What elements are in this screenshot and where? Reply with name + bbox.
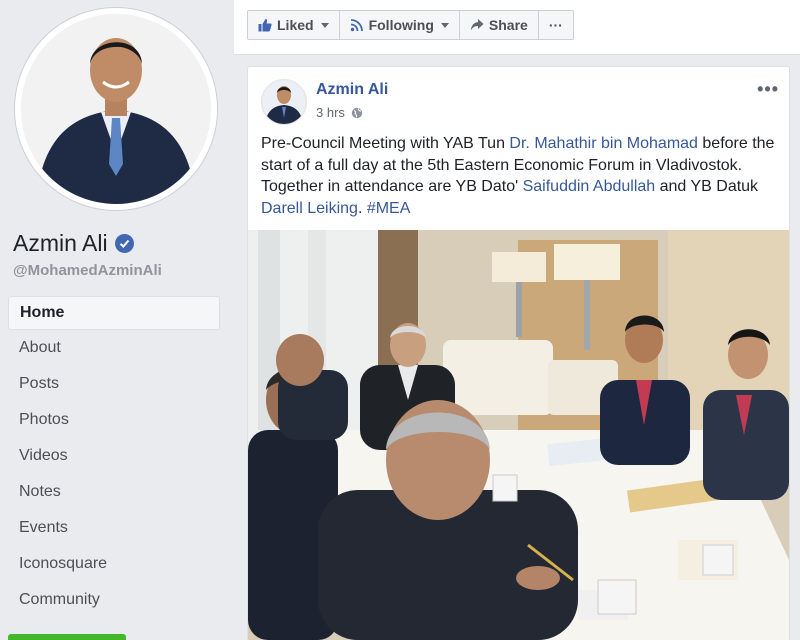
hashtag-link[interactable]: #MEA — [367, 200, 411, 217]
following-button[interactable]: Following — [340, 11, 460, 39]
post-timestamp[interactable]: 3 hrs — [316, 105, 345, 120]
nav-item-events[interactable]: Events — [8, 512, 220, 548]
post-card: Azmin Ali 3 hrs ••• Pre-Council Meeting … — [247, 66, 790, 640]
nav-item-home[interactable]: Home — [8, 296, 220, 330]
nav-item-notes[interactable]: Notes — [8, 476, 220, 512]
post-text: Pre-Council Meeting with YAB Tun Dr. Mah… — [261, 133, 781, 219]
share-label: Share — [488, 17, 528, 33]
page-action-bar: Liked Following Share ··· — [234, 0, 800, 55]
profile-photo-image — [21, 14, 211, 204]
post-text-part: . — [357, 199, 367, 217]
post-author-avatar[interactable] — [261, 79, 307, 125]
post-photo[interactable] — [248, 230, 789, 640]
meeting-photo — [248, 230, 789, 640]
post-meta: 3 hrs — [316, 105, 363, 120]
mention-link[interactable]: Saifuddin Abdullah — [523, 178, 656, 195]
post-options-button[interactable]: ••• — [757, 79, 779, 100]
liked-button[interactable]: Liked — [248, 11, 340, 39]
more-options-button[interactable]: ··· — [539, 11, 573, 39]
left-column: Azmin Ali @MohamedAzminAli Home About Po… — [0, 0, 232, 640]
chevron-down-icon — [320, 22, 329, 28]
chevron-down-icon — [440, 22, 449, 28]
post-author-name[interactable]: Azmin Ali — [316, 81, 388, 99]
nav-item-iconosquare[interactable]: Iconosquare — [8, 548, 220, 584]
nav-item-videos[interactable]: Videos — [8, 440, 220, 476]
create-page-button[interactable] — [8, 634, 126, 640]
post-text-part: Pre-Council Meeting with YAB Tun — [261, 135, 510, 152]
more-options-icon: ··· — [548, 17, 563, 33]
page-name[interactable]: Azmin Ali — [13, 230, 134, 257]
share-button[interactable]: Share — [460, 11, 539, 39]
globe-icon — [351, 107, 363, 118]
nav-item-community[interactable]: Community — [8, 584, 220, 620]
post-author-avatar-image — [262, 80, 306, 124]
nav-item-posts[interactable]: Posts — [8, 368, 220, 404]
mention-link[interactable]: Darell Leiking — [261, 200, 358, 217]
liked-label: Liked — [277, 17, 314, 33]
nav-item-about[interactable]: About — [8, 332, 220, 368]
page-name-text: Azmin Ali — [13, 230, 108, 256]
share-arrow-icon — [470, 19, 484, 31]
page-nav: Home About Posts Photos Videos Notes Eve… — [8, 296, 220, 620]
nav-item-photos[interactable]: Photos — [8, 404, 220, 440]
profile-picture[interactable] — [15, 8, 217, 210]
profile-photo — [21, 14, 211, 204]
thumbs-up-icon — [258, 19, 272, 32]
post-text-part: and YB Datuk — [655, 178, 759, 195]
verified-badge-icon — [114, 234, 134, 253]
action-button-group: Liked Following Share ··· — [247, 10, 574, 40]
mention-link[interactable]: Dr. Mahathir bin Mohamad — [509, 135, 698, 152]
rss-feed-icon — [350, 19, 363, 32]
page-handle[interactable]: @MohamedAzminAli — [13, 262, 162, 279]
following-label: Following — [368, 17, 434, 33]
